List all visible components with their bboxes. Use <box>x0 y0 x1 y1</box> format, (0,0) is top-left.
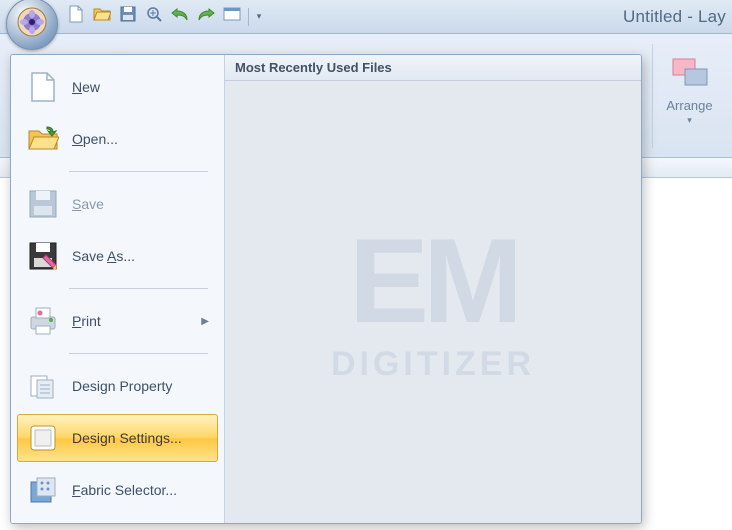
title-bar: ▾ Untitled - Lay <box>0 0 732 34</box>
redo-icon <box>197 7 215 26</box>
qat-redo-button[interactable] <box>194 5 218 29</box>
application-menu-commands: New Open... Save <box>11 55 225 523</box>
qat-undo-button[interactable] <box>168 5 192 29</box>
mru-list: EM DIGITIZER <box>225 81 641 523</box>
application-menu-right-pane: Most Recently Used Files EM DIGITIZER <box>225 55 641 523</box>
design-property-icon <box>26 369 60 403</box>
menu-item-open[interactable]: Open... <box>17 115 218 163</box>
ribbon-arrange-label: Arrange <box>666 98 712 113</box>
save-as-icon <box>26 239 60 273</box>
menu-item-design-property[interactable]: Design Property <box>17 362 218 410</box>
undo-icon <box>171 7 189 26</box>
new-file-icon <box>68 5 84 28</box>
watermark: EM DIGITIZER <box>225 81 641 523</box>
watermark-line1: EM <box>349 221 517 341</box>
design-settings-icon <box>26 421 60 455</box>
menu-item-fabric-selector[interactable]: Fabric Selector... <box>17 466 218 514</box>
application-menu: New Open... Save <box>10 54 642 524</box>
menu-divider <box>69 353 208 354</box>
open-folder-icon <box>26 122 60 156</box>
qat-zoom-button[interactable] <box>142 5 166 29</box>
window-icon <box>223 7 241 26</box>
window-title: Untitled - Lay <box>623 0 732 34</box>
print-icon <box>26 304 60 338</box>
chevron-right-icon: ▶ <box>201 316 209 327</box>
new-file-icon <box>26 70 60 104</box>
application-orb-button[interactable] <box>6 0 58 50</box>
qat-customize-dropdown[interactable]: ▾ <box>253 11 265 22</box>
qat-save-button[interactable] <box>116 5 140 29</box>
arrange-icon <box>662 50 718 96</box>
quick-access-toolbar: ▾ <box>64 0 265 33</box>
open-folder-icon <box>93 6 111 27</box>
mru-header: Most Recently Used Files <box>225 55 641 81</box>
chevron-down-icon: ▾ <box>257 11 262 22</box>
fabric-selector-icon <box>26 473 60 507</box>
menu-item-new[interactable]: New <box>17 63 218 111</box>
flower-logo-icon <box>14 4 50 45</box>
menu-item-save-as[interactable]: Save As... <box>17 232 218 280</box>
menu-item-label: Save As... <box>72 248 209 264</box>
save-icon <box>26 187 60 221</box>
menu-item-label: Fabric Selector... <box>72 482 209 498</box>
qat-open-button[interactable] <box>90 5 114 29</box>
menu-divider <box>69 171 208 172</box>
save-icon <box>120 6 136 27</box>
watermark-line2: DIGITIZER <box>331 345 535 384</box>
ribbon-arrange-group[interactable]: Arrange ▾ <box>652 44 726 148</box>
menu-item-label: Open... <box>72 131 209 147</box>
zoom-in-icon <box>146 6 162 27</box>
qat-window-button[interactable] <box>220 5 244 29</box>
chevron-down-icon: ▾ <box>687 115 692 126</box>
menu-item-label: Design Settings... <box>72 430 209 446</box>
menu-divider <box>69 288 208 289</box>
menu-item-label: Design Property <box>72 378 209 394</box>
menu-item-label: Print <box>72 313 189 329</box>
qat-separator <box>248 8 249 26</box>
menu-item-print[interactable]: Print ▶ <box>17 297 218 345</box>
menu-item-design-settings[interactable]: Design Settings... <box>17 414 218 462</box>
qat-new-button[interactable] <box>64 5 88 29</box>
menu-item-save[interactable]: Save <box>17 180 218 228</box>
menu-item-label: Save <box>72 196 209 212</box>
menu-item-label: New <box>72 79 209 95</box>
